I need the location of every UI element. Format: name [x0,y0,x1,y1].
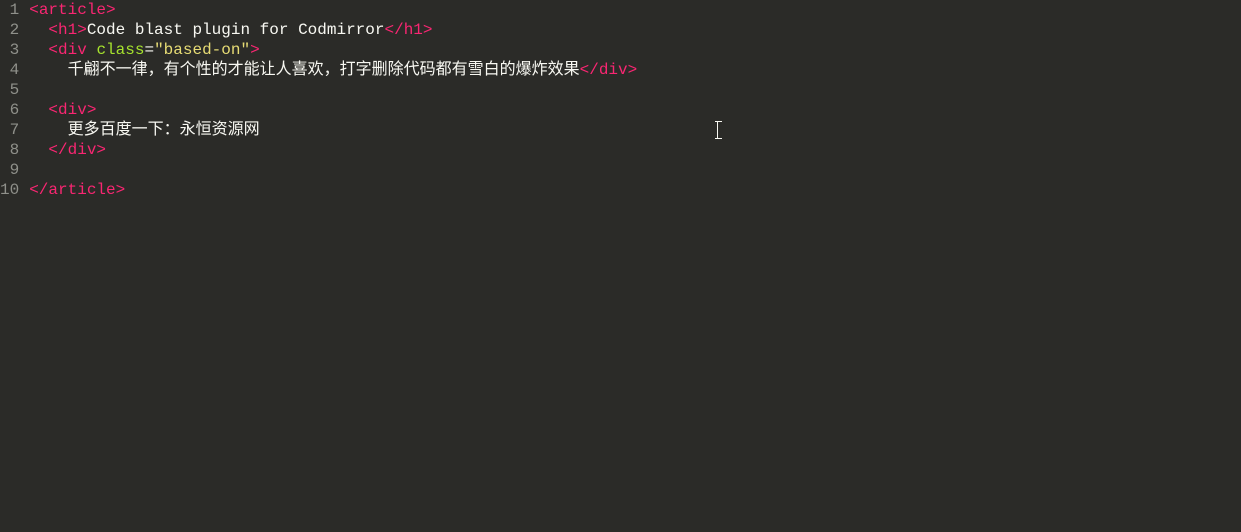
line-number: 2 [0,20,19,40]
line-number: 8 [0,140,19,160]
line-number: 4 [0,60,19,80]
tag-name: div [58,41,87,59]
tag-bracket: > [116,181,126,199]
line-number: 7 [0,120,19,140]
tag-name: div [68,141,97,159]
code-line[interactable]: <div> [29,100,1241,120]
code-line[interactable]: </div> [29,140,1241,160]
attr-value: "based-on" [154,41,250,59]
line-number: 9 [0,160,19,180]
line-number: 5 [0,80,19,100]
tag-name: article [48,181,115,199]
code-editor[interactable]: 1 2 3 4 5 6 7 8 9 10 <article> <h1>Code … [0,0,1241,532]
code-line[interactable]: <h1>Code blast plugin for Codmirror</h1> [29,20,1241,40]
code-line[interactable] [29,160,1241,180]
indent [29,141,48,159]
indent [29,121,67,139]
tag-bracket: > [87,101,97,119]
code-line[interactable]: <article> [29,0,1241,20]
text-content: 更多百度一下：永恒资源网 [68,121,260,139]
text-content: Code blast plugin for Codmirror [87,21,385,39]
code-line[interactable]: </article> [29,180,1241,200]
tag-bracket: </ [580,61,599,79]
attr-eq: = [144,41,154,59]
tag-bracket: </ [29,181,48,199]
tag-bracket: < [48,41,58,59]
line-number: 1 [0,0,19,20]
tag-bracket: > [77,21,87,39]
tag-name: div [58,101,87,119]
tag-name: h1 [404,21,423,39]
tag-bracket: > [106,1,116,19]
indent [29,101,48,119]
text-content: 千翩不一律，有个性的才能让人喜欢，打字删除代码都有雪白的爆炸效果 [68,61,580,79]
code-area[interactable]: <article> <h1>Code blast plugin for Codm… [25,0,1241,532]
tag-bracket: < [29,1,39,19]
space [87,41,97,59]
tag-bracket: > [628,61,638,79]
tag-name: article [39,1,106,19]
code-line[interactable]: 千翩不一律，有个性的才能让人喜欢，打字删除代码都有雪白的爆炸效果</div> [29,60,1241,80]
line-number: 6 [0,100,19,120]
line-number: 10 [0,180,19,200]
tag-bracket: </ [48,141,67,159]
tag-name: h1 [58,21,77,39]
line-number-gutter: 1 2 3 4 5 6 7 8 9 10 [0,0,25,532]
tag-bracket: > [96,141,106,159]
line-number: 3 [0,40,19,60]
indent [29,41,48,59]
code-line[interactable] [29,80,1241,100]
text-cursor-icon [717,121,718,139]
tag-name: div [599,61,628,79]
tag-bracket: < [48,21,58,39]
code-line[interactable]: 更多百度一下：永恒资源网 [29,120,1241,140]
attr-name: class [96,41,144,59]
tag-bracket: > [423,21,433,39]
indent [29,61,67,79]
tag-bracket: </ [384,21,403,39]
indent [29,21,48,39]
tag-bracket: > [250,41,260,59]
code-line[interactable]: <div class="based-on"> [29,40,1241,60]
tag-bracket: < [48,101,58,119]
